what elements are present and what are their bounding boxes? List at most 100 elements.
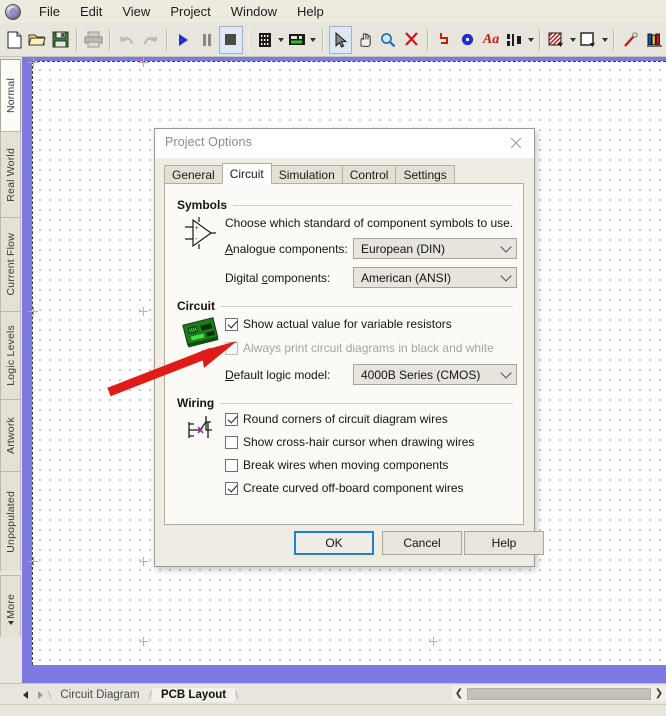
symbols-group-title: Symbols (177, 198, 234, 212)
view-tab-label: Normal (4, 77, 17, 114)
cancel-button[interactable]: Cancel (382, 531, 462, 555)
project-options-dialog: Project Options General Circuit Simulati… (154, 128, 544, 567)
floppy-disk-icon (52, 31, 69, 48)
dialog-title-bar[interactable]: Project Options (155, 129, 534, 159)
view-tab-current-flow[interactable]: Current Flow (0, 217, 21, 311)
open-file-button[interactable] (27, 27, 48, 53)
break-wires-checkbox[interactable]: Break wires when moving components (225, 458, 448, 472)
sheet-tab-pcb-layout[interactable]: PCB Layout (151, 687, 236, 702)
checkbox-label: Always print circuit diagrams in black a… (243, 341, 494, 355)
undo-button[interactable] (116, 27, 137, 53)
text-tool-button[interactable]: Aa (480, 27, 501, 53)
blue-via-dot-icon (462, 33, 474, 46)
board-origin-marker (139, 557, 148, 566)
wiring-group: Wiring Round corners of circuit diagram … (165, 396, 523, 495)
board-origin-marker (139, 307, 148, 316)
round-corners-checkbox[interactable]: Round corners of circuit diagram wires (225, 412, 448, 426)
redo-button[interactable] (140, 27, 161, 53)
wire-tool-button[interactable] (434, 27, 455, 53)
view-tab-logic-levels[interactable]: Logic Levels (0, 311, 21, 399)
run-simulation-button[interactable] (173, 27, 194, 53)
toolbar-separator (109, 28, 112, 51)
view-tab-artwork[interactable]: Artwork (0, 399, 21, 471)
toolbar-separator (613, 28, 616, 51)
view-tab-label: Real World (4, 147, 17, 202)
chevron-left-icon[interactable]: ❮ (452, 686, 466, 701)
board-origin-marker (139, 637, 148, 646)
layers-button[interactable] (644, 27, 665, 53)
fill-tool-dropdown[interactable] (568, 27, 577, 53)
component-browser-dropdown[interactable] (277, 27, 286, 53)
delete-tool-button[interactable] (401, 27, 422, 53)
scrollbar-thumb[interactable] (467, 687, 651, 700)
menu-item-help[interactable]: Help (287, 1, 334, 22)
new-file-button[interactable] (3, 27, 24, 53)
pcb-board-icon (289, 34, 306, 45)
default-logic-model-select[interactable]: 4000B Series (CMOS) (353, 364, 517, 385)
tab-circuit[interactable]: Circuit (221, 163, 272, 184)
prev-sheet-button[interactable] (18, 686, 33, 703)
stop-simulation-button[interactable] (219, 25, 243, 54)
curved-offboard-wires-checkbox[interactable]: Create curved off-board component wires (225, 481, 464, 495)
dialog-body: General Circuit Simulation Control Setti… (155, 158, 544, 566)
help-button[interactable]: Help (464, 531, 544, 555)
new-document-icon (7, 31, 22, 48)
view-tab-more[interactable]: More (0, 575, 21, 637)
via-tool-button[interactable] (457, 27, 478, 53)
tab-general[interactable]: General (164, 165, 223, 184)
analogue-components-value: European (DIN) (361, 241, 446, 256)
align-tool-button[interactable] (504, 27, 525, 53)
chevron-down-icon (496, 268, 516, 287)
fill-tool-button[interactable] (546, 27, 567, 53)
save-file-button[interactable] (50, 27, 71, 53)
menu-item-view[interactable]: View (112, 1, 160, 22)
view-tab-normal[interactable]: Normal (0, 59, 21, 131)
menu-item-window[interactable]: Window (221, 1, 287, 22)
status-bar (0, 704, 666, 716)
select-tool-button[interactable] (328, 25, 353, 54)
menu-item-file[interactable]: File (29, 1, 70, 22)
pcb-board-dropdown[interactable] (309, 27, 318, 53)
chevron-down-icon (496, 365, 516, 384)
analogue-components-select[interactable]: European (DIN) (353, 238, 517, 259)
print-button[interactable] (83, 27, 104, 53)
pause-simulation-button[interactable] (196, 27, 217, 53)
digital-components-select[interactable]: American (ANSI) (353, 267, 517, 288)
sheet-tab-circuit-diagram[interactable]: Circuit Diagram (51, 688, 148, 702)
cross-hair-cursor-checkbox[interactable]: Show cross-hair cursor when drawing wire… (225, 435, 474, 449)
tab-simulation[interactable]: Simulation (270, 165, 343, 184)
board-outline-button[interactable] (578, 27, 599, 53)
show-actual-value-checkbox[interactable]: Show actual value for variable resistors (225, 317, 452, 331)
pan-tool-button[interactable] (354, 27, 375, 53)
wiring-group-header: Wiring (165, 396, 523, 410)
chevron-right-icon[interactable]: ❯ (652, 686, 666, 701)
tab-control[interactable]: Control (341, 165, 397, 184)
board-outline-dropdown[interactable] (600, 27, 609, 53)
square-outline-icon (580, 31, 596, 47)
horizontal-scrollbar[interactable]: ❮ ❯ (452, 686, 666, 701)
probe-tool-button[interactable] (620, 27, 641, 53)
ok-button[interactable]: OK (294, 531, 374, 555)
pcb-board-button[interactable] (287, 27, 308, 53)
align-tool-dropdown[interactable] (526, 27, 535, 53)
view-tab-real-world[interactable]: Real World (0, 131, 21, 217)
chevron-down-icon (7, 621, 14, 626)
component-browser-button[interactable] (254, 27, 275, 53)
triangle-left-icon (23, 690, 28, 699)
always-print-bw-checkbox[interactable]: Always print circuit diagrams in black a… (225, 341, 494, 355)
toolbar-separator (247, 28, 250, 51)
close-icon[interactable] (504, 133, 528, 153)
zoom-tool-button[interactable] (377, 27, 398, 53)
board-origin-marker (139, 58, 148, 67)
undo-arrow-icon (119, 35, 133, 44)
app-logo-icon (3, 3, 23, 21)
tab-settings[interactable]: Settings (395, 165, 455, 184)
menu-item-edit[interactable]: Edit (70, 1, 112, 22)
chevron-down-icon (496, 239, 516, 258)
view-tab-unpopulated[interactable]: Unpopulated (0, 471, 21, 571)
symbols-group-header: Symbols (165, 198, 523, 212)
sheet-tab-divider: \ (235, 687, 239, 702)
next-sheet-button[interactable] (33, 686, 48, 703)
hatched-fill-icon (548, 32, 563, 47)
menu-item-project[interactable]: Project (160, 1, 220, 22)
